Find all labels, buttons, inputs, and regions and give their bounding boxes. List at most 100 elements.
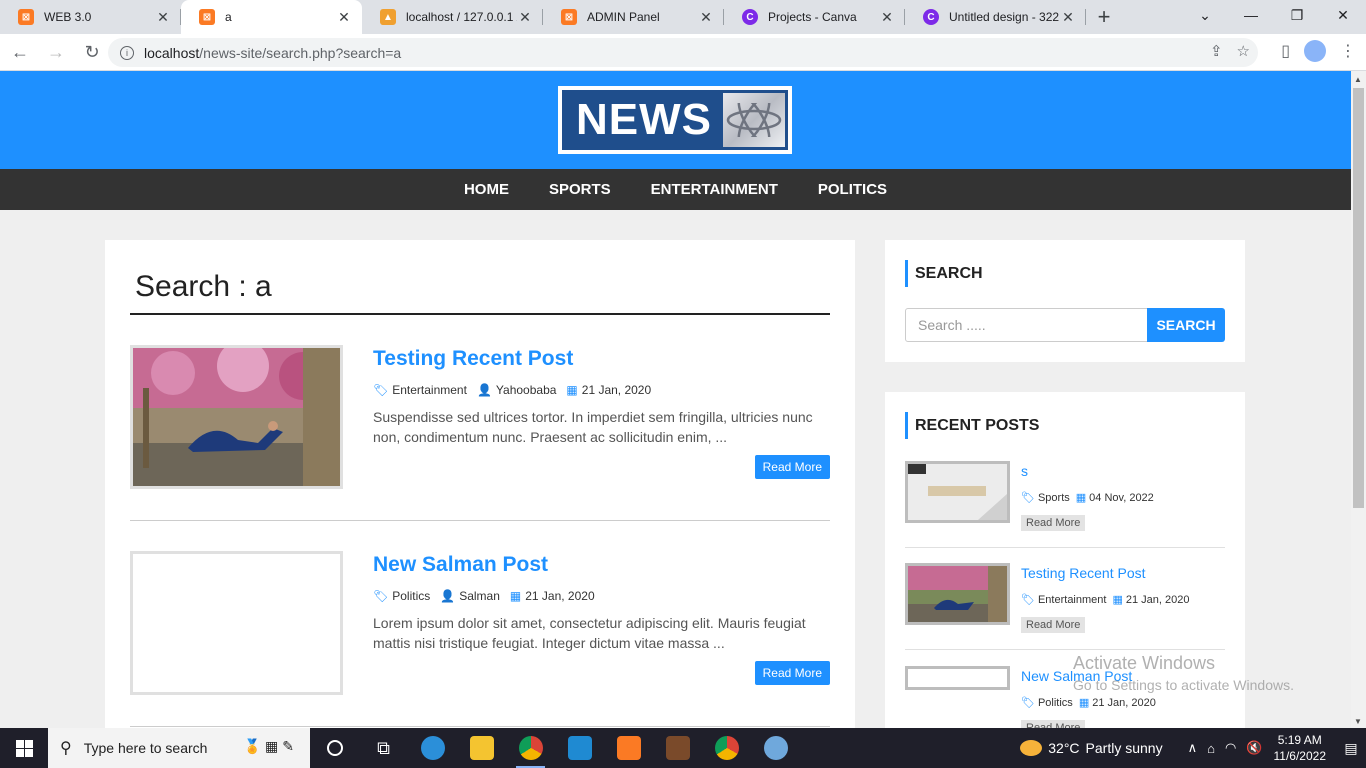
browser-tab-phpmyadmin[interactable]: ▲ localhost / 127.0.0.1 / ✕ xyxy=(362,0,543,34)
notification-icon[interactable]: ▤ xyxy=(1336,740,1366,757)
post-category[interactable]: 🏷 Entertainment xyxy=(373,383,467,397)
close-icon[interactable]: ✕ xyxy=(698,9,714,26)
game-app-icon[interactable] xyxy=(653,728,702,768)
weather-temp: 32°C xyxy=(1048,740,1080,756)
close-icon[interactable]: ✕ xyxy=(1060,9,1076,26)
recent-posts-title: RECENT POSTS xyxy=(905,412,1039,439)
cortana-icon[interactable] xyxy=(310,728,359,768)
close-icon[interactable]: ✕ xyxy=(517,9,533,26)
back-arrow-icon[interactable]: ← xyxy=(4,36,36,68)
forward-arrow-icon[interactable]: → xyxy=(40,36,72,68)
search-highlights-icons[interactable]: 🏅 ▦ ✎ xyxy=(244,738,294,755)
scroll-up-icon[interactable]: ▲ xyxy=(1354,75,1362,84)
recent-post-title-link[interactable]: Testing Recent Post xyxy=(1021,565,1146,581)
page-scrollbar[interactable]: ▲ ▼ xyxy=(1351,71,1366,728)
scrollbar-thumb[interactable] xyxy=(1353,88,1364,508)
recent-post-category[interactable]: 🏷 Politics xyxy=(1021,696,1073,709)
recent-post-title-link[interactable]: s xyxy=(1021,463,1028,479)
pen-icon: ✎ xyxy=(282,738,294,754)
tags-icon: 🏷 xyxy=(1021,492,1035,504)
taskbar-search-box[interactable]: ⚲ Type here to search 🏅 ▦ ✎ xyxy=(48,728,310,768)
recent-read-more-button[interactable]: Read More xyxy=(1021,515,1086,531)
main-nav: HOME SPORTS ENTERTAINMENT POLITICS xyxy=(0,169,1351,210)
chrome-icon[interactable] xyxy=(506,728,555,768)
site-logo[interactable]: NEWS xyxy=(558,86,792,154)
nav-entertainment[interactable]: ENTERTAINMENT xyxy=(651,181,778,198)
bookmark-star-icon[interactable]: ☆ xyxy=(1237,42,1250,60)
browser-tab-admin-panel[interactable]: ⊠ ADMIN Panel ✕ xyxy=(543,0,724,34)
tab-search-icon[interactable]: ⌄ xyxy=(1182,0,1228,30)
tab-title: Untitled design - 322 xyxy=(949,10,1060,24)
browser-tab-canva-projects[interactable]: C Projects - Canva ✕ xyxy=(724,0,905,34)
chevron-up-icon[interactable]: ∧ xyxy=(1188,740,1198,756)
file-explorer-icon[interactable] xyxy=(457,728,506,768)
canva-icon: C xyxy=(923,9,939,25)
edge-icon[interactable] xyxy=(408,728,457,768)
search-button[interactable]: SEARCH xyxy=(1147,308,1225,342)
post-author[interactable]: 👤 Yahoobaba xyxy=(477,383,556,397)
read-more-button[interactable]: Read More xyxy=(754,661,830,685)
activate-windows-subtitle: Go to Settings to activate Windows. xyxy=(1073,677,1294,693)
nav-politics[interactable]: POLITICS xyxy=(818,181,887,198)
close-icon[interactable]: ✕ xyxy=(879,9,895,26)
nav-home[interactable]: HOME xyxy=(464,181,509,198)
post-category[interactable]: 🏷 Politics xyxy=(373,589,430,603)
close-icon[interactable]: ✕ xyxy=(155,9,171,26)
post-date-text: 21 Jan, 2020 xyxy=(525,589,595,603)
clock[interactable]: 5:19 AM 11/6/2022 xyxy=(1274,732,1327,764)
post-date: ▦ 21 Jan, 2020 xyxy=(566,383,651,397)
recent-post-category[interactable]: 🏷 Entertainment xyxy=(1021,593,1106,606)
volume-muted-icon[interactable]: 🔇 xyxy=(1246,740,1262,756)
maximize-icon[interactable]: ❐ xyxy=(1274,0,1320,30)
nav-sports[interactable]: SPORTS xyxy=(549,181,611,198)
xampp-taskbar-icon[interactable] xyxy=(604,728,653,768)
tab-title: WEB 3.0 xyxy=(44,10,92,24)
recent-read-more-button[interactable]: Read More xyxy=(1021,617,1086,633)
post-category-text: Politics xyxy=(392,589,431,603)
browser-tab-search[interactable]: ⊠ a ✕ xyxy=(181,0,362,34)
tags-icon: 🏷 xyxy=(1021,697,1035,709)
wifi-icon[interactable]: ◠ xyxy=(1225,740,1236,756)
post-thumbnail[interactable] xyxy=(130,345,343,489)
network-icon[interactable]: ⌂ xyxy=(1207,741,1215,756)
reload-icon[interactable]: ↻ xyxy=(76,36,108,68)
taskbar-search-placeholder: Type here to search xyxy=(83,740,208,756)
tab-title: ADMIN Panel xyxy=(587,10,660,24)
post-thumbnail[interactable] xyxy=(130,551,343,695)
vscode-icon[interactable] xyxy=(555,728,604,768)
logo-text: NEWS xyxy=(565,93,723,147)
browser-tab-web3[interactable]: ⊠ WEB 3.0 ✕ xyxy=(0,0,181,34)
chrome-profile-icon[interactable] xyxy=(702,728,751,768)
close-icon[interactable]: ✕ xyxy=(336,9,352,26)
post-title-link[interactable]: New Salman Post xyxy=(373,553,548,577)
info-icon[interactable]: i xyxy=(120,45,134,60)
post-category-text: Entertainment xyxy=(392,383,467,397)
post-author[interactable]: 👤 Salman xyxy=(440,589,500,603)
new-tab-button[interactable]: + xyxy=(1086,0,1122,34)
browser-tab-canva-design[interactable]: C Untitled design - 322 ✕ xyxy=(905,0,1086,34)
search-input[interactable]: Search ..... xyxy=(905,308,1148,342)
post-title-link[interactable]: Testing Recent Post xyxy=(373,347,573,371)
profile-avatar[interactable] xyxy=(1304,40,1326,62)
recent-post-divider xyxy=(905,547,1225,548)
minimize-icon[interactable]: — xyxy=(1228,0,1274,30)
task-view-icon[interactable]: ⧉ xyxy=(359,728,408,768)
share-icon[interactable]: ⇪ xyxy=(1210,42,1223,60)
read-more-button[interactable]: Read More xyxy=(754,455,830,479)
start-button[interactable] xyxy=(0,728,48,768)
menu-kebab-icon[interactable]: ⋮ xyxy=(1340,41,1356,61)
scroll-down-icon[interactable]: ▼ xyxy=(1354,717,1362,726)
tags-icon: 🏷 xyxy=(373,383,389,397)
recent-post-thumbnail[interactable] xyxy=(905,461,1010,523)
recent-post-thumbnail[interactable] xyxy=(905,563,1010,625)
weather-widget[interactable]: 32°C Partly sunny xyxy=(1020,740,1163,756)
browser-toolbar: ← → ↻ i localhost/news-site/search.php?s… xyxy=(0,34,1366,71)
recent-read-more-button[interactable]: Read More xyxy=(1021,720,1086,728)
user-icon: 👤 xyxy=(440,589,456,603)
side-panel-icon[interactable]: ▯ xyxy=(1281,41,1290,61)
close-window-icon[interactable]: ✕ xyxy=(1320,0,1366,30)
address-bar[interactable]: i localhost/news-site/search.php?search=… xyxy=(108,38,1258,67)
recent-post-category[interactable]: 🏷 Sports xyxy=(1021,491,1070,504)
recent-post-thumbnail[interactable] xyxy=(905,666,1010,690)
paint-icon[interactable] xyxy=(751,728,800,768)
